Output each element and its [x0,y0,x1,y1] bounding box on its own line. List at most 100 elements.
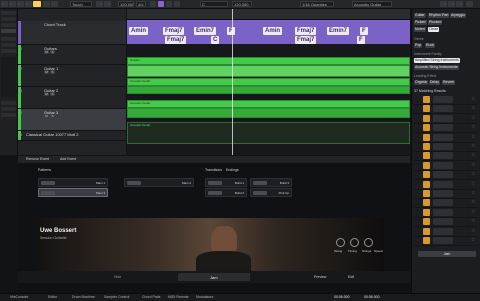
chord-event[interactable]: Amin [129,27,148,35]
chord-event[interactable]: C [211,36,220,44]
timing-knob[interactable] [350,238,359,247]
folder-clip[interactable]: Guitars [127,57,410,65]
favorite-icon[interactable]: ☆ [471,209,475,215]
favorite-icon[interactable]: ☆ [471,124,475,130]
window-layout-icon[interactable] [456,1,463,7]
favorite-icon[interactable]: ☆ [471,228,475,234]
favorite-icon[interactable]: ☆ [471,171,475,177]
jam-button[interactable]: Jam [418,251,476,257]
inspector-row[interactable] [1,29,16,33]
solo-button[interactable]: S [50,92,55,96]
chord-event[interactable]: Amin [263,27,282,35]
favorite-icon[interactable]: ☆ [471,134,475,140]
favorite-icon[interactable]: ☆ [471,96,475,102]
chord-event[interactable]: Emin7 [194,27,217,35]
transition-slot[interactable]: Build 3 [250,178,292,187]
playhead[interactable] [232,9,233,155]
favorite-icon[interactable]: ☆ [471,115,475,121]
tag-chip[interactable]: Rhythm Part [428,13,450,18]
toolbar-button[interactable] [51,1,58,7]
remove-event-button[interactable]: Remove Event [26,157,49,162]
hide-button[interactable]: Hide [114,275,121,279]
toolbar-button[interactable] [17,1,24,7]
project-menu-icon[interactable] [1,1,8,7]
track-header[interactable]: 3 Guitar 2 M S [18,87,126,109]
chord-event[interactable]: F [227,27,235,35]
inspector-row[interactable] [1,107,16,111]
inspector-row[interactable] [1,37,16,41]
grid-icon[interactable] [104,1,111,7]
chord-pads-tab[interactable]: Chord Pads [142,295,160,300]
modulators-tab[interactable]: Modulators [196,295,213,300]
audio-clip-lane[interactable] [127,108,410,118]
midi-remote-tab[interactable]: MIDI Remote [168,295,189,300]
result-row[interactable]: ☆ [414,236,477,246]
record-icon[interactable] [174,1,180,7]
key-field[interactable]: C [200,1,228,7]
solo-button[interactable]: S [50,70,55,74]
drum-machine-tab[interactable]: Drum Machine [72,295,95,300]
inspector-row[interactable] [1,113,16,117]
time-signature-field[interactable]: 4/4 [136,1,146,7]
chord-event[interactable]: Fmaj7 [165,36,187,44]
mute-button[interactable]: M [44,114,49,118]
preview-button[interactable]: Preview [314,275,326,279]
inspector-row[interactable] [1,101,16,105]
transition-slot[interactable]: Pick Up [250,188,292,197]
transition-slot[interactable]: Build 1 [205,178,247,187]
inspector-toggle-icon[interactable] [9,1,16,7]
mood-chip[interactable]: Organic [414,80,429,85]
toolbar-button[interactable] [25,1,32,7]
record-mode-icon[interactable] [33,1,41,7]
solo-button[interactable]: S [50,114,55,118]
family-chip[interactable]: Acoustic String Instruments [414,65,459,70]
automation-mode-select[interactable]: Touch [70,1,92,7]
inspector-row[interactable] [1,49,16,53]
chord-event[interactable]: Fmaj7 [163,27,185,35]
chord-track-header[interactable]: Chord Track [18,21,126,45]
mute-button[interactable]: M [44,50,49,54]
pattern-slot-selected[interactable]: Main 3 [38,188,108,197]
add-event-button[interactable]: Add Event [60,157,76,162]
genre-chip[interactable]: Rock [425,43,435,48]
tag-chip-selected[interactable]: Clean [428,27,440,32]
tag-chip[interactable]: Plucked [428,20,443,25]
mute-button[interactable]: M [44,70,49,74]
transition-slot[interactable]: Build 2 [205,188,247,197]
editor-tab[interactable]: Editor [48,295,57,300]
transitions-tab[interactable]: Transitions [205,168,222,173]
mixconsole-tab[interactable]: MixConsole [10,295,28,300]
mute-button[interactable]: M [44,92,49,96]
solo-button[interactable]: S [50,50,55,54]
family-chip-selected[interactable]: Amplified String Instruments [414,58,460,63]
chord-lane[interactable]: Amin Fmaj7 Fmaj7 Emin7 F Amin Fmaj7 Emin… [127,20,410,44]
mood-chip[interactable]: Delay [429,80,440,85]
audio-clip-selected[interactable]: Acoustic Guitar [127,122,410,144]
settings-icon[interactable] [466,1,473,7]
favorite-icon[interactable]: ☆ [471,105,475,111]
chord-event[interactable]: Fmaj7 [295,27,317,35]
audio-clip-lane[interactable] [127,86,410,94]
window-layout-icon[interactable] [448,1,455,7]
chord-event[interactable]: F [360,27,368,35]
tag-chip[interactable]: Guitar [414,13,426,18]
track-header-selected[interactable]: 4 Guitar 3 M S [18,109,126,131]
genre-chip[interactable]: Pop [414,43,423,48]
chord-event[interactable]: Emin7 [327,27,350,35]
metronome-field[interactable]: 120.000 [232,1,252,7]
favorite-icon[interactable]: ☆ [471,190,475,196]
chord-event[interactable]: F [357,36,365,44]
stop-icon[interactable] [166,1,172,7]
pattern-slot[interactable]: Main 2 [124,178,194,187]
tag-chip[interactable]: Muted [414,27,426,32]
favorite-icon[interactable]: ☆ [471,181,475,187]
favorite-icon[interactable]: ☆ [471,199,475,205]
endings-tab[interactable]: Endings [226,168,239,173]
quantize-select[interactable]: 1/16 Quantize [300,1,334,7]
favorite-icon[interactable]: ☆ [471,143,475,149]
cycle-icon[interactable] [158,1,164,7]
tag-chip[interactable]: Picked [414,20,427,25]
favorite-icon[interactable]: ☆ [471,218,475,224]
play-icon[interactable] [150,1,156,7]
tag-chip[interactable]: Arpeggio [450,13,467,18]
